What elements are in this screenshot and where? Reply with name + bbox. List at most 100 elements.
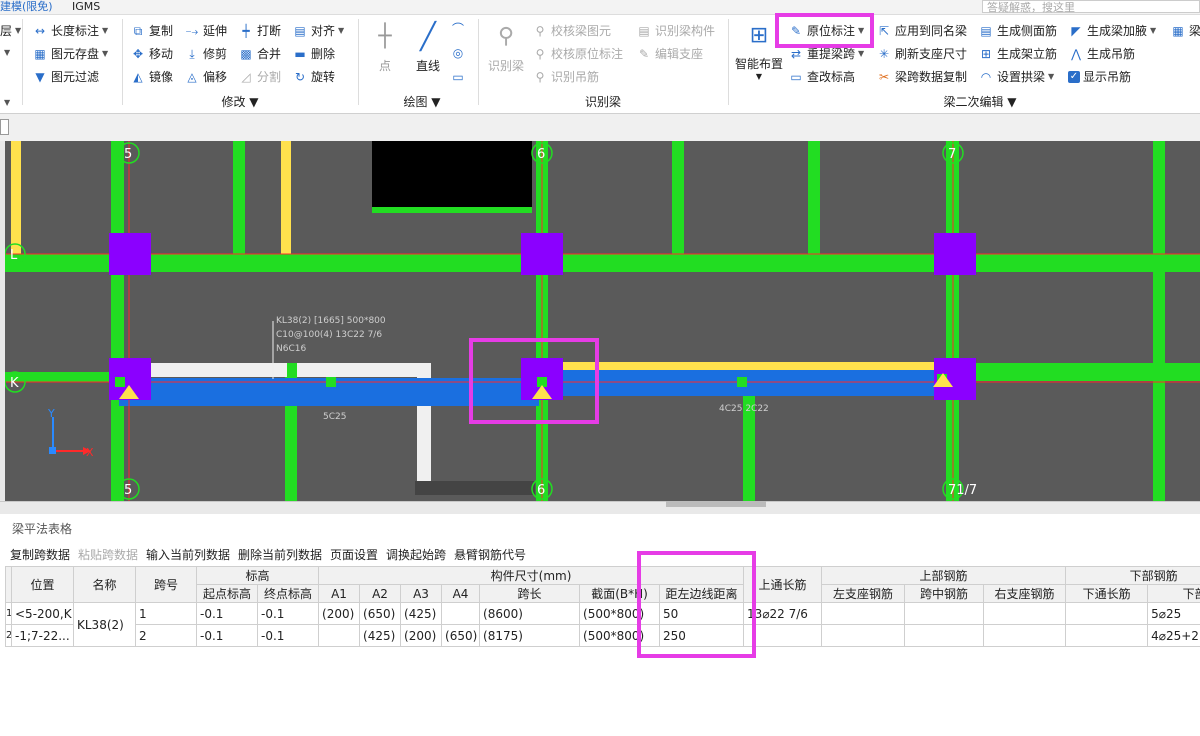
save-element-button[interactable]: ▦ 图元存盘 ▼ [32, 44, 108, 64]
beam-vertical [808, 141, 820, 259]
position-cell[interactable]: -1;7-22... [11, 624, 74, 647]
break-button[interactable]: ┿ 打断 [238, 21, 281, 41]
haunch-button[interactable]: ◤ 生成梁加腋 ▼ [1068, 21, 1156, 41]
paste-span-data-button[interactable]: 粘贴跨数据 [78, 546, 138, 563]
highlight-box [469, 338, 599, 424]
modify-group-label[interactable]: 修改 ▼ [210, 93, 270, 110]
right-support-cell[interactable] [983, 624, 1067, 647]
span-cell[interactable]: 2 [135, 624, 197, 647]
identify-hanger-icon: ⚲ [535, 70, 545, 84]
beam-vertical [1153, 141, 1165, 501]
identify-hanger-button[interactable]: ⚲ 识别吊筋 [532, 67, 599, 87]
axis-label-left: K [10, 376, 19, 391]
a3-cell[interactable]: (200) [400, 624, 443, 647]
secondary-group-label[interactable]: 梁二次编辑 ▼ [940, 93, 1020, 110]
copy-span-data-button[interactable]: 复制跨数据 [10, 546, 70, 563]
input-column-data-button[interactable]: 输入当前列数据 [146, 546, 230, 563]
bottom-through-cell[interactable] [1065, 624, 1149, 647]
rotate-button[interactable]: ↻ 旋转 [292, 67, 335, 87]
elevation-button[interactable]: ▭ 查改标高 [788, 67, 855, 87]
move-button[interactable]: ✥ 移动 [130, 44, 173, 64]
identify-beam-button[interactable]: ⚲ 识别梁 [484, 23, 528, 74]
drawing-canvas[interactable]: 5 6 7 5 6 71/7 L K KL38(2) [1665] 500*80… [5, 141, 1200, 501]
rectangle-icon[interactable]: ▭ [450, 67, 466, 87]
right-support-cell[interactable] [983, 602, 1067, 625]
elevation-icon: ▭ [790, 70, 802, 84]
app-name[interactable]: IGMS [72, 0, 100, 14]
end-elevation-cell[interactable]: -0.1 [256, 624, 320, 647]
drawing-tab-strip [0, 114, 1200, 142]
delete-column-data-button[interactable]: 删除当前列数据 [238, 546, 322, 563]
a1-cell[interactable]: (200) [318, 602, 361, 625]
span-copy-button[interactable]: ✂ 梁跨数据复制 [876, 67, 967, 87]
column-header: A3 [400, 584, 443, 603]
span-length-cell[interactable]: (8600) [479, 602, 581, 625]
split-button[interactable]: ◿ 分割 [238, 67, 281, 87]
offset-button[interactable]: ◬ 偏移 [184, 67, 227, 87]
edit-support-button[interactable]: ✎ 编辑支座 [636, 44, 703, 64]
search-input[interactable]: 答疑解惑，搜这里 [982, 0, 1200, 14]
position-cell[interactable]: <5-200,K [11, 602, 74, 625]
split-icon: ◿ [241, 70, 251, 84]
hanger-rebar-button[interactable]: ⋀ 生成吊筋 [1068, 44, 1135, 64]
erection-rebar-button[interactable]: ⊞ 生成架立筋 [978, 44, 1057, 64]
bottom-cell[interactable]: 5⌀25 [1147, 602, 1200, 625]
refresh-support-button[interactable]: ✳ 刷新支座尺寸 [876, 44, 967, 64]
beam-vertical [111, 141, 124, 501]
mirror-button[interactable]: ◭ 镜像 [130, 67, 173, 87]
end-elevation-cell[interactable]: -0.1 [256, 602, 320, 625]
line-button[interactable]: ╱ 直线 [408, 23, 448, 74]
merge-button[interactable]: ▩ 合并 [238, 44, 281, 64]
check-beam-button[interactable]: ⚲ 校核梁图元 [532, 21, 611, 41]
delete-button[interactable]: ▬ 删除 [292, 44, 335, 64]
identify-component-button[interactable]: ▤ 识别梁构件 [636, 21, 715, 41]
side-rebar-button[interactable]: ▤ 生成侧面筋 [978, 21, 1057, 41]
panel-toggle[interactable] [0, 119, 9, 135]
beam-horizontal [959, 363, 1200, 381]
start-elevation-cell[interactable]: -0.1 [196, 602, 258, 625]
swap-start-span-button[interactable]: 调换起始跨 [386, 546, 446, 563]
align-button[interactable]: ▤ 对齐 ▼ [292, 21, 344, 41]
splitter[interactable] [0, 501, 1200, 515]
span-cell[interactable]: 1 [135, 602, 197, 625]
bottom-cell[interactable]: 4⌀25+2 [1147, 624, 1200, 647]
extend-button[interactable]: ⤍ 延伸 [184, 21, 227, 41]
check-annotation-button[interactable]: ⚲ 校核原位标注 [532, 44, 623, 64]
table-row[interactable]: 2 -1;7-22... 2 -0.1 -0.1 (425) (200) (65… [5, 624, 1200, 647]
point-icon: ┼ [378, 24, 392, 49]
name-cell[interactable]: KL38(2) [73, 602, 136, 647]
copy-button[interactable]: ⧉ 复制 [130, 21, 173, 41]
dropdown-icon[interactable]: ▼ [4, 93, 10, 113]
arch-beam-button[interactable]: ◠ 设置拱梁 ▼ [978, 67, 1054, 87]
circle-icon[interactable]: ◎ [450, 43, 466, 63]
mid-span-cell[interactable] [904, 602, 985, 625]
bottom-through-cell[interactable] [1065, 602, 1149, 625]
filter-button[interactable]: ▼ 图元过滤 [32, 67, 99, 87]
page-setup-button[interactable]: 页面设置 [330, 546, 378, 563]
dropdown-icon[interactable]: ▼ [4, 43, 10, 63]
show-hanger-checkbox[interactable]: ✓ 显示吊筋 [1068, 67, 1131, 87]
a2-cell[interactable]: (425) [359, 624, 402, 647]
a1-cell[interactable] [318, 624, 361, 647]
grip-point [287, 363, 297, 377]
cantilever-code-button[interactable]: 悬臂钢筋代号 [454, 546, 526, 563]
start-elevation-cell[interactable]: -0.1 [196, 624, 258, 647]
beam-button[interactable]: ▦ 梁 [1170, 21, 1200, 41]
mode-label[interactable]: 建模(限免) [0, 0, 53, 14]
left-support-cell[interactable] [821, 624, 906, 647]
dimension-button[interactable]: ↔ 长度标注 ▼ [32, 21, 108, 41]
mid-span-cell[interactable] [904, 624, 985, 647]
a4-cell[interactable]: (650) [441, 624, 481, 647]
a2-cell[interactable]: (650) [359, 602, 402, 625]
a4-cell[interactable] [441, 602, 481, 625]
point-button[interactable]: ┼ 点 [368, 23, 402, 74]
layer-button[interactable]: 层 ▼ [0, 21, 21, 41]
span-length-cell[interactable]: (8175) [479, 624, 581, 647]
table-row[interactable]: 1 <5-200,K KL38(2) 1 -0.1 -0.1 (200) (65… [5, 602, 1200, 647]
a3-cell[interactable]: (425) [400, 602, 443, 625]
apply-same-name-button[interactable]: ⇱ 应用到同名梁 [876, 21, 967, 41]
trim-button[interactable]: ⤓ 修剪 [184, 44, 227, 64]
arc-icon[interactable]: ⌒ [450, 19, 466, 39]
left-support-cell[interactable] [821, 602, 906, 625]
draw-group-label[interactable]: 绘图 ▼ [392, 93, 452, 110]
